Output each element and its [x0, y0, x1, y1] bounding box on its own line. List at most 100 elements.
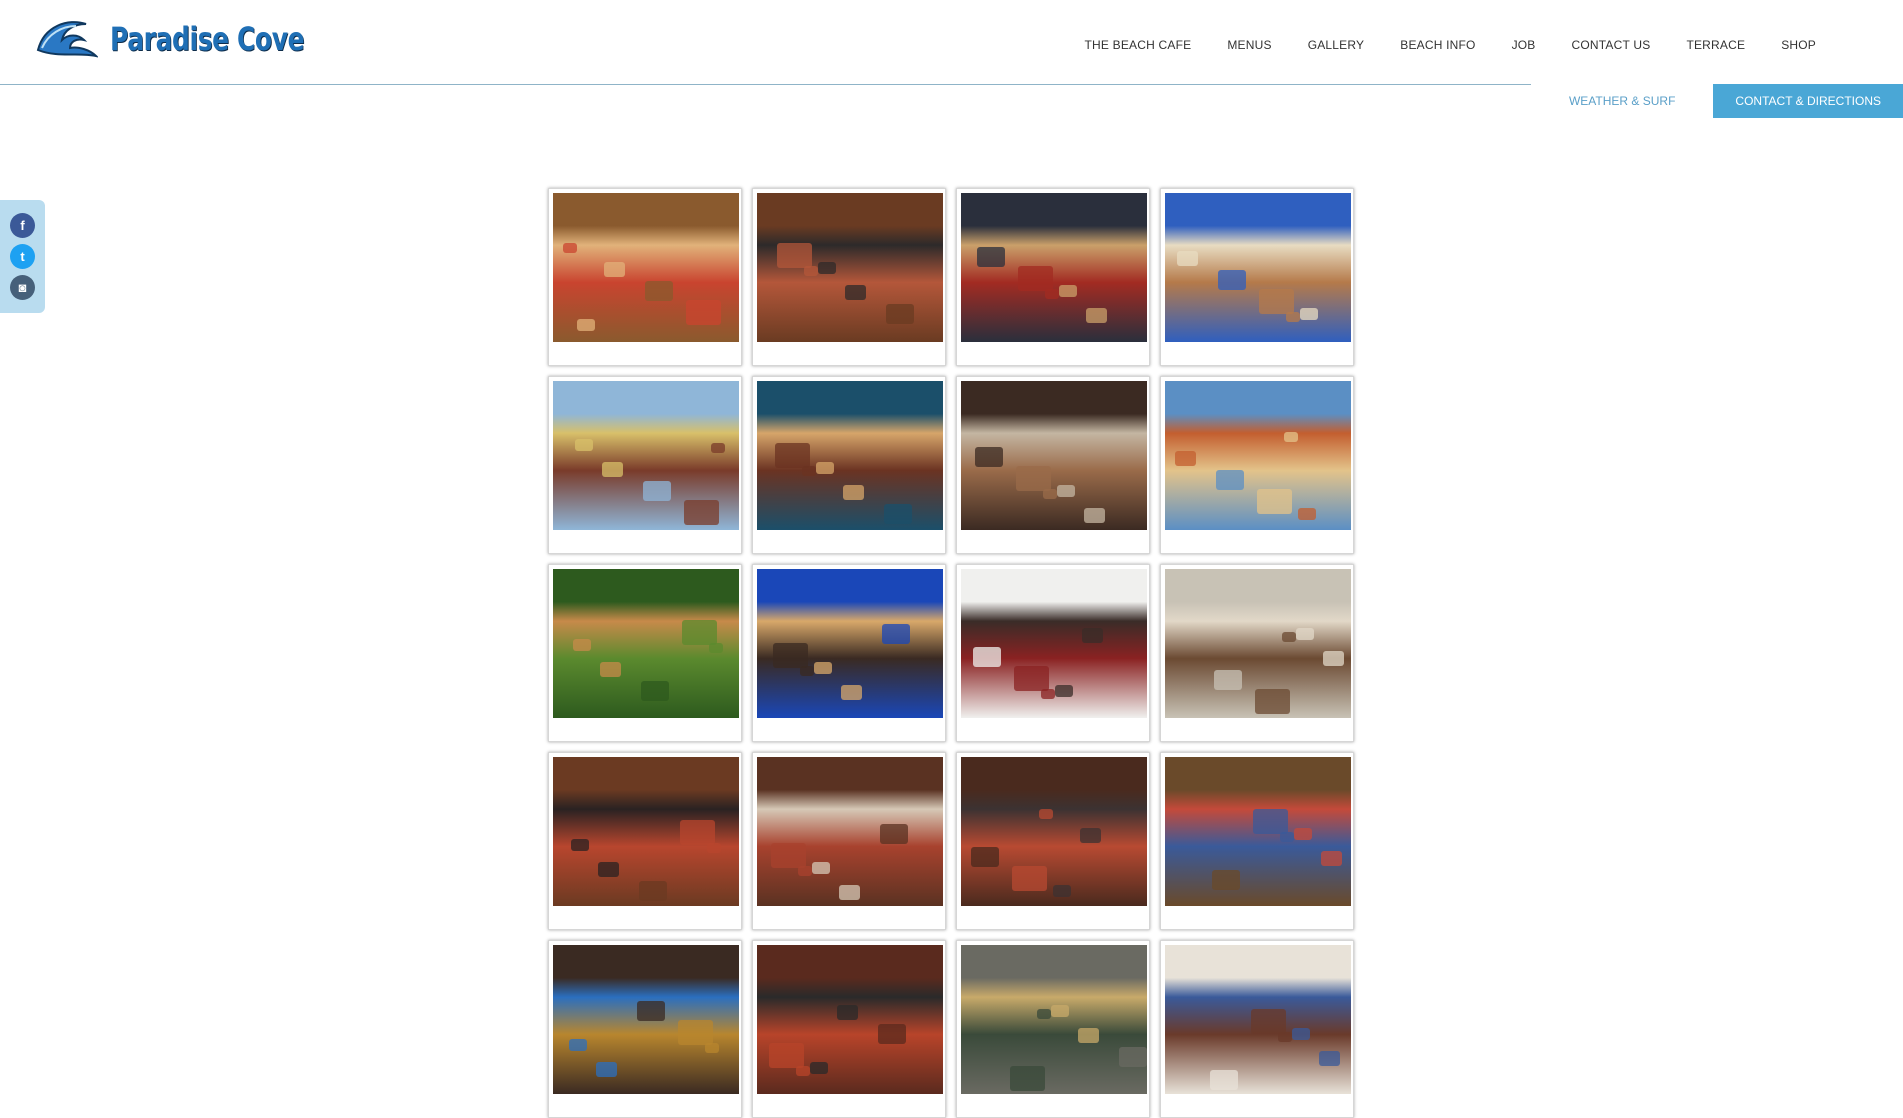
photo-detail [645, 281, 673, 301]
gallery-photo [1165, 193, 1351, 342]
subnav-contact-directions[interactable]: CONTACT & DIRECTIONS [1713, 84, 1903, 118]
gallery-thumbnail[interactable] [548, 188, 742, 366]
photo-detail [1292, 1028, 1310, 1040]
photo-detail [563, 243, 577, 253]
nav-contact-us[interactable]: CONTACT US [1554, 37, 1669, 53]
gallery-thumbnail[interactable] [1160, 564, 1354, 742]
photo-detail [1212, 870, 1240, 890]
photo-detail [1018, 266, 1053, 291]
gallery-thumbnail[interactable] [548, 564, 742, 742]
photo-detail [839, 885, 860, 900]
photo-detail [1078, 1028, 1099, 1043]
photo-detail [845, 285, 866, 300]
nav-menus[interactable]: MENUS [1209, 37, 1289, 53]
photo-detail [1039, 809, 1053, 819]
gallery-thumbnail[interactable] [752, 376, 946, 554]
gallery-thumbnail[interactable] [752, 188, 946, 366]
logo-text: Paradise Cove [110, 20, 305, 58]
photo-detail [1057, 485, 1075, 497]
photo-detail [1259, 289, 1294, 314]
photo-detail [682, 620, 717, 645]
photo-detail [596, 1062, 617, 1077]
gallery-photo [961, 757, 1147, 906]
nav-the-beach-cafe[interactable]: THE BEACH CAFE [1067, 37, 1210, 53]
photo-detail [884, 504, 912, 524]
photo-detail [886, 304, 914, 324]
nav-beach-info[interactable]: BEACH INFO [1382, 37, 1493, 53]
photo-detail [775, 443, 810, 468]
photo-detail [1053, 885, 1071, 897]
gallery-thumbnail[interactable] [956, 188, 1150, 366]
twitter-icon[interactable]: t [10, 244, 35, 269]
gallery-thumbnail[interactable] [1160, 376, 1354, 554]
gallery-thumbnail[interactable] [956, 564, 1150, 742]
photo-detail [971, 847, 999, 867]
gallery-thumbnail[interactable] [752, 564, 946, 742]
gallery-photo [757, 381, 943, 530]
gallery-thumbnail[interactable] [752, 940, 946, 1118]
gallery-photo [553, 569, 739, 718]
photo-detail [1082, 628, 1103, 643]
photo-detail [1323, 651, 1344, 666]
gallery-photo [1165, 569, 1351, 718]
photo-detail [1214, 670, 1242, 690]
photo-detail [643, 481, 671, 501]
gallery-photo [757, 757, 943, 906]
subnav-weather-surf[interactable]: WEATHER & SURF [1530, 84, 1714, 118]
photo-detail [843, 485, 864, 500]
gallery-photo [553, 757, 739, 906]
photo-detail [680, 820, 715, 845]
photo-detail [773, 643, 808, 668]
photo-detail [1177, 251, 1198, 266]
photo-detail [1175, 451, 1196, 466]
photo-detail [769, 1043, 804, 1068]
photo-detail [812, 862, 830, 874]
photo-detail [777, 243, 812, 268]
gallery-thumbnail[interactable] [1160, 940, 1354, 1118]
photo-detail [1016, 466, 1051, 491]
gallery-thumbnail[interactable] [1160, 188, 1354, 366]
photo-detail [1321, 851, 1342, 866]
photo-detail [1055, 685, 1073, 697]
facebook-icon[interactable]: f [10, 213, 35, 238]
gallery-thumbnail[interactable] [956, 752, 1150, 930]
photo-detail [711, 443, 725, 453]
photo-detail [569, 1039, 587, 1051]
photo-detail [1086, 308, 1107, 323]
main-nav: THE BEACH CAFE MENUS GALLERY BEACH INFO … [1067, 37, 1834, 53]
site-logo[interactable]: Paradise Cove [34, 16, 359, 62]
gallery-thumbnail[interactable] [548, 376, 742, 554]
gallery-photo [961, 193, 1147, 342]
gallery-thumbnail[interactable] [548, 940, 742, 1118]
photo-detail [1255, 689, 1290, 714]
photo-detail [678, 1020, 713, 1045]
gallery-photo [1165, 945, 1351, 1094]
photo-detail [600, 662, 621, 677]
photo-detail [1218, 270, 1246, 290]
photo-detail [977, 247, 1005, 267]
photo-detail [1298, 508, 1316, 520]
photo-detail [880, 824, 908, 844]
photo-detail [1059, 285, 1077, 297]
photo-detail [1210, 1070, 1238, 1090]
photo-detail [1216, 470, 1244, 490]
photo-detail [882, 624, 910, 644]
gallery-thumbnail[interactable] [956, 940, 1150, 1118]
photo-detail [1251, 1009, 1286, 1034]
wave-logo-icon [36, 21, 98, 58]
photo-detail [1253, 809, 1288, 834]
nav-shop[interactable]: SHOP [1763, 37, 1834, 53]
photo-detail [637, 1001, 665, 1021]
photo-detail [771, 843, 806, 868]
photo-detail [577, 319, 595, 331]
photo-detail [837, 1005, 858, 1020]
nav-terrace[interactable]: TERRACE [1668, 37, 1763, 53]
photo-detail [639, 881, 667, 901]
gallery-thumbnail[interactable] [956, 376, 1150, 554]
gallery-thumbnail[interactable] [1160, 752, 1354, 930]
nav-gallery[interactable]: GALLERY [1290, 37, 1383, 53]
nav-job[interactable]: JOB [1494, 37, 1554, 53]
gallery-thumbnail[interactable] [752, 752, 946, 930]
instagram-icon[interactable]: ◙ [10, 275, 35, 300]
gallery-thumbnail[interactable] [548, 752, 742, 930]
